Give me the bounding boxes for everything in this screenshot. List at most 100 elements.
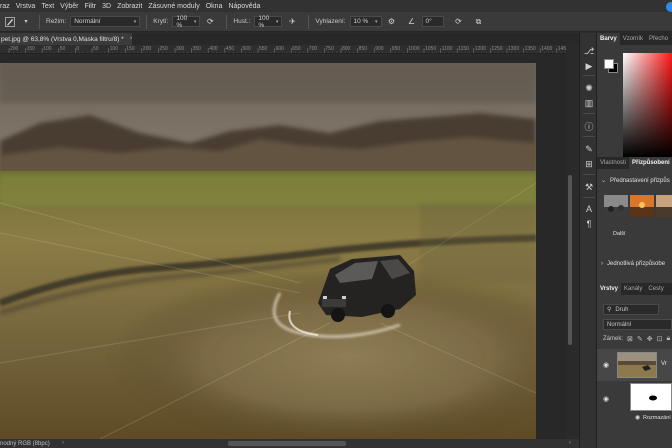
ruler-tick-label: 1400 [541, 46, 553, 52]
filter-mask-thumbnail[interactable] [630, 383, 672, 411]
tool-presets-icon[interactable]: ⚒ [583, 181, 595, 193]
light-icon[interactable]: ✺ [583, 82, 595, 94]
smoothing-input[interactable]: 10 % ▾ [349, 16, 382, 27]
layer-thumbnail[interactable] [617, 352, 657, 378]
color-mode-status: nodný RGB (8bpc) [0, 440, 50, 447]
brush-tool-icon[interactable] [5, 16, 15, 27]
status-menu-icon[interactable]: › [62, 440, 64, 446]
foreground-color-swatch[interactable] [604, 59, 614, 69]
canvas-area[interactable] [0, 55, 566, 439]
angle-icon[interactable]: ∠ [407, 17, 417, 27]
menu-item-image[interactable]: raz [0, 3, 13, 10]
properties-panel-tabs: Vlastnosti Přizpůsobení [597, 157, 672, 169]
layers-panel: ⚲ Druh Normální Zámek: ⊠ ✎ ✥ ⊡ 🔒︎ ◉ Vr ◉ [597, 295, 672, 448]
tab-layers[interactable]: Vrstvy [597, 283, 622, 295]
horizontal-ruler[interactable]: 200 150 100 50 0 50 100 150 200 250 300 350 400 450 50… [0, 45, 566, 54]
lock-all-icon[interactable]: 🔒︎ [667, 335, 671, 343]
visibility-eye-icon[interactable]: ◉ [635, 414, 640, 421]
brush-settings-icon[interactable]: ✎ [583, 143, 595, 155]
history-icon[interactable]: ⎇ [583, 45, 595, 57]
play-action-icon[interactable]: ▶ [583, 60, 595, 72]
brush-preset-icon[interactable]: ▾ [21, 17, 31, 27]
blend-mode-select[interactable]: Normální [603, 319, 672, 330]
separator [583, 174, 595, 175]
symmetry-icon[interactable]: ⧉ [474, 17, 484, 27]
smart-filter-name[interactable]: Rozmazání [643, 415, 671, 421]
lock-position-icon[interactable]: ✥ [647, 335, 653, 343]
right-panels: Barvy Vzorník Přecho Vlastnosti Přizpůso… [597, 33, 672, 448]
chevron-down-icon: ▾ [133, 18, 137, 25]
color-picker-field[interactable] [623, 53, 672, 157]
document-tab[interactable]: pet.jpg @ 63,8% (Vrstva 0,Maska filtru/8… [0, 33, 132, 45]
menu-item-window[interactable]: Okna [203, 3, 226, 10]
angle-value: 0° [425, 18, 432, 25]
tab-properties[interactable]: Vlastnosti [597, 157, 629, 169]
layer-name[interactable]: Vr [661, 361, 667, 367]
color-panel-tabs: Barvy Vzorník Přecho [597, 33, 672, 45]
ruler-tick-label: 250 [159, 46, 168, 52]
panel-icon-column: ⎇ ▶ ✺ ▥ ⓘ ✎ ⊞ ⚒ A ¶ [579, 33, 597, 448]
menu-item-select[interactable]: Výběr [57, 3, 81, 10]
preset-thumb[interactable] [630, 195, 654, 217]
visibility-eye-icon[interactable]: ◉ [603, 361, 611, 369]
angle-input[interactable]: 0° [421, 16, 444, 27]
chevron-right-icon: › [601, 261, 603, 267]
separator [583, 136, 595, 137]
tab-color[interactable]: Barvy [597, 33, 620, 45]
separator [583, 75, 595, 76]
menu-item-help[interactable]: Nápověda [225, 3, 263, 10]
separator [583, 197, 595, 198]
individual-adjustments-header[interactable]: › Jednotlivá přizpůsobe [601, 261, 665, 267]
visibility-eye-icon[interactable]: ◉ [603, 395, 611, 403]
opacity-input[interactable]: 100 % ▾ [172, 15, 201, 29]
lock-pixels-icon[interactable]: ✎ [637, 335, 643, 343]
tab-paths[interactable]: Cesty [645, 283, 666, 295]
scroll-right-icon[interactable]: › [569, 440, 571, 446]
chevron-down-icon: ▾ [275, 18, 279, 25]
scroll-thumb[interactable] [568, 175, 572, 345]
menu-item-plugins[interactable]: Zásuvné moduly [145, 3, 202, 10]
horizontal-scroll-thumb[interactable] [228, 441, 346, 446]
tab-adjustments[interactable]: Přizpůsobení [629, 157, 672, 169]
ruler-tick-label: 1100 [441, 46, 453, 52]
flow-label: Hust.: [233, 18, 251, 25]
lock-transparency-icon[interactable]: ⊠ [627, 335, 633, 343]
vertical-scrollbar[interactable] [566, 45, 574, 439]
gear-icon[interactable]: ⚙ [387, 17, 397, 27]
close-icon[interactable]: × [130, 36, 132, 42]
layer-filter-select[interactable]: ⚲ Druh [603, 304, 659, 315]
clone-source-icon[interactable]: ⊞ [583, 158, 595, 170]
menu-item-filter[interactable]: Filtr [81, 3, 99, 10]
presets-header[interactable]: ⌄ Přednastavení přizpůs [601, 177, 670, 185]
paragraph-icon[interactable]: ¶ [583, 218, 595, 230]
document-tab-title: pet.jpg @ 63,8% (Vrstva 0,Maska filtru/8… [1, 35, 124, 43]
layer-filter-value: Druh [615, 306, 629, 313]
cloud-sync-icon[interactable] [666, 2, 672, 12]
separator [226, 14, 228, 29]
tab-swatches[interactable]: Vzorník [620, 33, 646, 45]
info-icon[interactable]: ⓘ [583, 120, 595, 132]
lock-artboard-icon[interactable]: ⊡ [657, 335, 663, 343]
ruler-tick-label: 700 [308, 46, 318, 52]
document-image[interactable] [0, 63, 536, 439]
menu-item-view[interactable]: Zobrazit [114, 3, 145, 10]
tab-gradients[interactable]: Přecho [646, 33, 671, 45]
layer-row[interactable]: ◉ Vr [597, 349, 672, 381]
pressure-size-icon[interactable]: ⟳ [454, 17, 464, 27]
menu-item-type[interactable]: Text [38, 3, 57, 10]
pressure-opacity-icon[interactable]: ⟳ [205, 17, 215, 27]
mode-select[interactable]: Normální ▾ [70, 16, 141, 27]
preset-thumb[interactable] [656, 195, 672, 217]
flow-input[interactable]: 100 % ▾ [254, 15, 283, 29]
airbrush-icon[interactable]: ✈ [287, 17, 297, 27]
menu-item-layer[interactable]: Vrstva [13, 3, 39, 10]
more-presets-label[interactable]: Další [613, 231, 626, 237]
ruler-tick-label: 1300 [508, 46, 520, 52]
preset-thumb[interactable] [604, 195, 628, 217]
ruler-tick-label: 800 [342, 46, 351, 52]
character-icon[interactable]: A [583, 203, 595, 215]
tab-channels[interactable]: Kanály [621, 283, 645, 295]
menu-item-3d[interactable]: 3D [99, 3, 114, 10]
histogram-icon[interactable]: ▥ [583, 97, 595, 109]
ruler-tick-label: 150 [26, 46, 35, 52]
